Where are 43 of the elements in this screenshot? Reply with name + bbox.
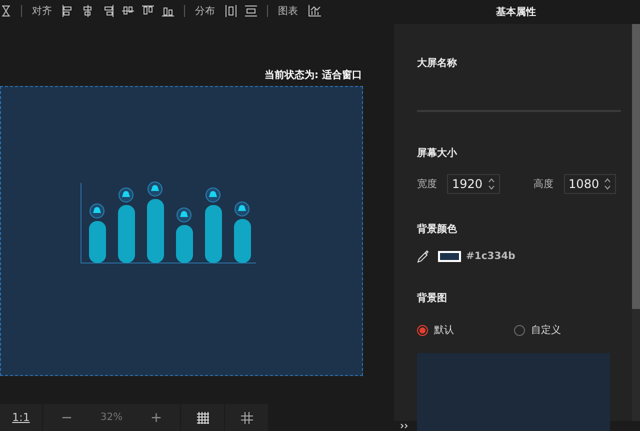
stepper-icon xyxy=(604,178,612,190)
width-label: 宽度 xyxy=(417,178,437,191)
height-field[interactable]: 1080 xyxy=(564,174,616,194)
actual-size-button[interactable]: 1:1 xyxy=(0,404,42,431)
section-label: 屏幕大小 xyxy=(417,146,458,160)
toolbar-label: 分布 xyxy=(195,5,215,18)
hash-button[interactable] xyxy=(225,404,268,431)
chart-bar xyxy=(176,208,193,263)
double-chevron-icon[interactable] xyxy=(400,423,409,429)
toolbar-label: 对齐 xyxy=(32,4,52,18)
radio-option[interactable]: 自定义 xyxy=(514,323,561,337)
grid-icon xyxy=(196,412,208,424)
align-icon[interactable] xyxy=(82,5,94,17)
section-label: 背景图 xyxy=(417,292,448,305)
zoom-out-button[interactable]: − xyxy=(52,410,81,426)
height-label: 高度 xyxy=(534,178,554,191)
stepper-icon xyxy=(488,178,495,190)
toolbar-label: 图表 xyxy=(278,4,298,18)
zoom-level: 32% xyxy=(100,412,123,423)
scrollbar-thumb[interactable] xyxy=(632,24,640,309)
color-value: #1c334b xyxy=(466,251,516,262)
grid-button[interactable] xyxy=(181,404,224,431)
canvas-status-text: 当前状态为: 适合窗口 xyxy=(264,68,362,82)
hourglass-icon[interactable] xyxy=(1,5,11,17)
distribute-vertical-icon[interactable] xyxy=(245,5,257,17)
zoom-in-button[interactable]: + xyxy=(142,410,170,426)
align-icon[interactable] xyxy=(142,5,154,17)
section-label: 大屏名称 xyxy=(417,56,458,70)
chart-bar xyxy=(234,202,251,263)
align-icon[interactable] xyxy=(62,5,74,17)
align-icon[interactable] xyxy=(102,5,114,17)
bar-chart-icon[interactable] xyxy=(308,5,321,17)
eyedropper-icon[interactable] xyxy=(417,250,429,263)
distribute-horizontal-icon[interactable] xyxy=(225,5,237,17)
align-icon[interactable] xyxy=(162,5,174,17)
panel-title: 基本属性 xyxy=(495,6,537,20)
chart-bar xyxy=(89,204,106,263)
color-swatch[interactable] xyxy=(438,251,461,262)
section-label: 背景颜色 xyxy=(417,222,458,236)
radio-option[interactable]: 默认 xyxy=(417,323,454,337)
hash-icon xyxy=(240,412,252,424)
align-icon[interactable] xyxy=(122,5,134,17)
width-field[interactable]: 1920 xyxy=(447,174,500,194)
